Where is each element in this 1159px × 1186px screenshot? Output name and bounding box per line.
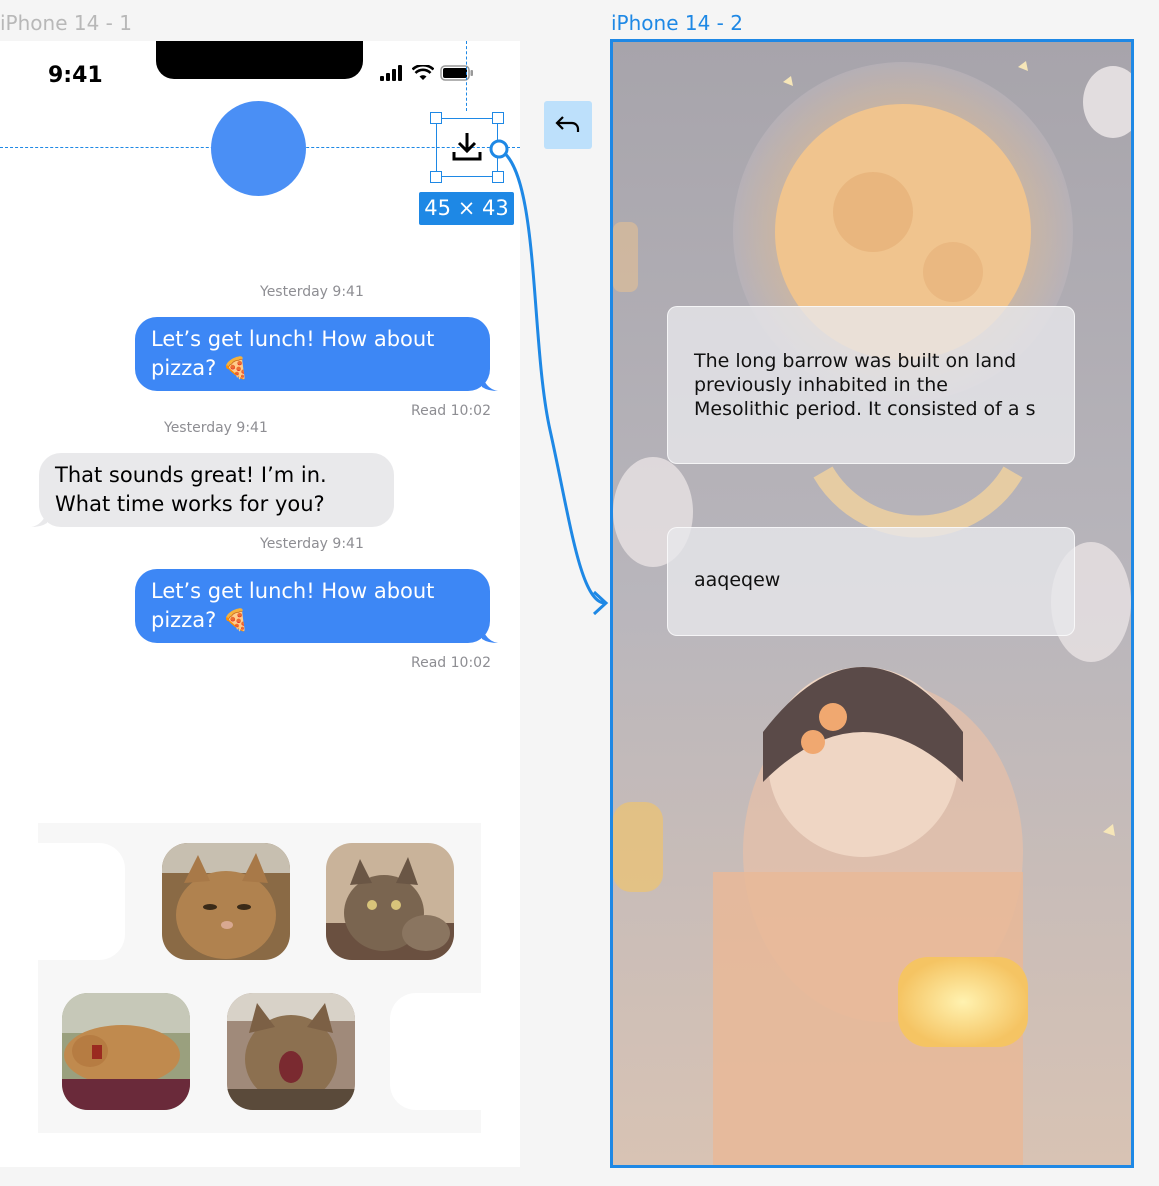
bubble-tail [31,511,47,527]
size-badge: 45 × 43 [419,192,514,225]
back-button[interactable] [544,101,592,149]
cat-photo[interactable] [227,993,355,1110]
outgoing-message-bubble[interactable]: Let’s get lunch! How about pizza? 🍕 [135,569,490,643]
selected-download-icon[interactable] [430,112,504,183]
message-timestamp: Yesterday 9:41 [260,536,364,552]
read-receipt: Read 10:02 [411,655,491,671]
message-timestamp: Yesterday 9:41 [164,420,268,436]
cat-photo[interactable] [162,843,290,960]
bubble-tail [482,375,498,391]
cat-photo[interactable] [62,993,190,1110]
alignment-guide-vertical [466,41,467,111]
status-time: 9:41 [48,63,103,88]
message-timestamp: Yesterday 9:41 [260,284,364,300]
resize-handle[interactable] [492,112,504,124]
read-receipt: Read 10:02 [411,403,491,419]
wifi-icon [412,65,434,80]
bubble-tail [482,627,498,643]
incoming-message-bubble[interactable]: That sounds great! I’m in. What time wor… [39,453,394,527]
battery-icon [440,65,473,81]
text-card[interactable]: The long barrow was built on land previo… [667,306,1075,464]
resize-handle[interactable] [430,171,442,183]
resize-handle[interactable] [492,171,504,183]
frame1-label[interactable]: iPhone 14 - 1 [0,11,132,35]
signal-icon [380,65,402,81]
resize-handle[interactable] [430,112,442,124]
device-notch [156,41,363,79]
status-icons [380,65,474,81]
photo-tile-empty[interactable] [390,993,481,1110]
download-icon[interactable] [450,130,484,164]
cat-photo[interactable] [326,843,454,960]
iphone-frame-2[interactable]: The long barrow was built on land previo… [610,39,1134,1168]
photo-tile-empty[interactable] [38,843,125,960]
back-arrow-icon [555,116,580,132]
outgoing-message-bubble[interactable]: Let’s get lunch! How about pizza? 🍕 [135,317,490,391]
avatar[interactable] [211,101,306,196]
input-card[interactable]: aaqeqew [667,527,1075,636]
photo-grid [38,823,481,1133]
frame2-label[interactable]: iPhone 14 - 2 [611,11,743,35]
